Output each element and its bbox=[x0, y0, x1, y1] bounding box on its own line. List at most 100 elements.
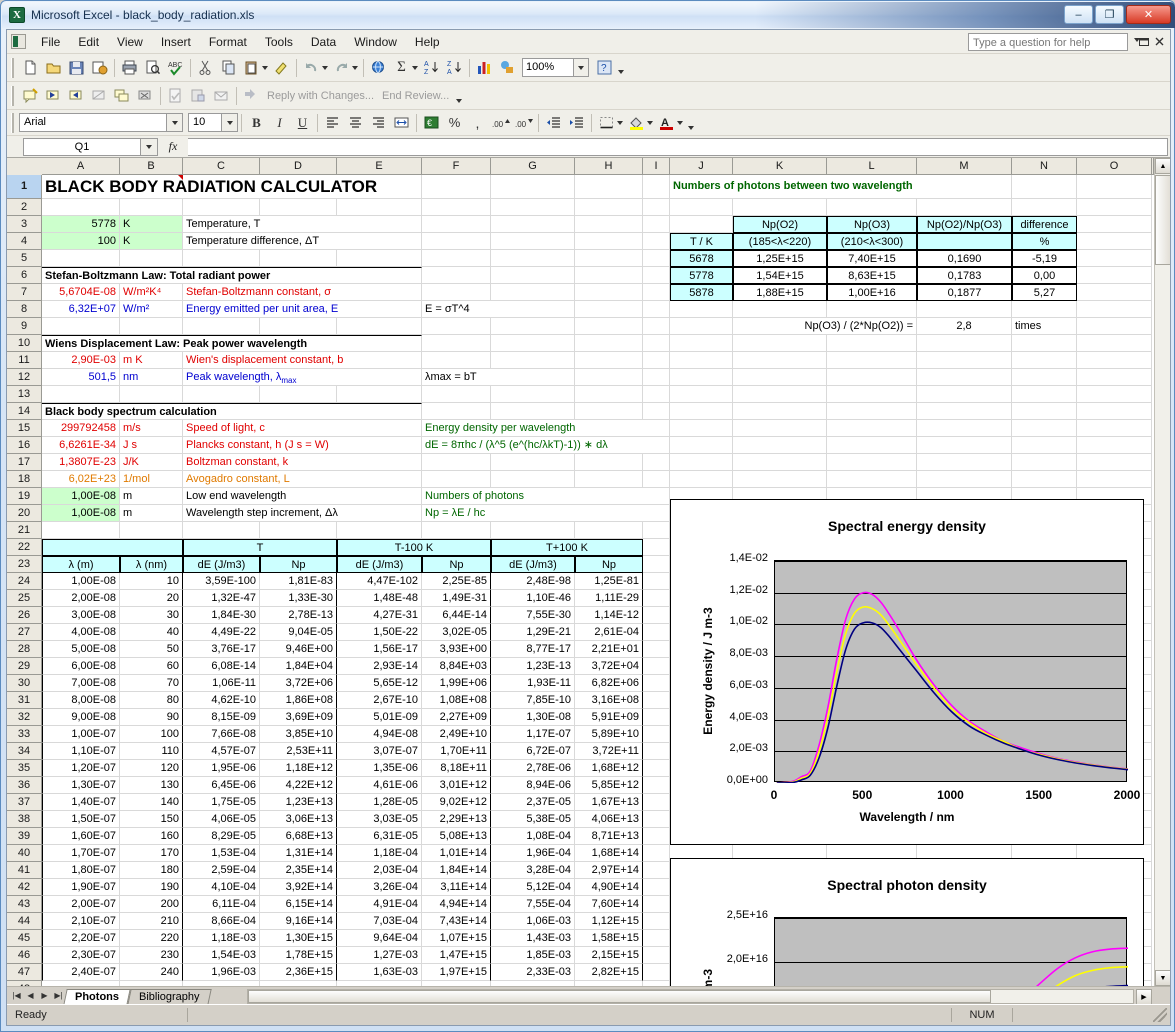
cell-empty[interactable] bbox=[917, 437, 1012, 454]
cell-empty[interactable] bbox=[1077, 471, 1152, 488]
table-cell[interactable]: 8,71E+13 bbox=[575, 828, 643, 845]
cell-empty[interactable] bbox=[643, 624, 670, 641]
cell-empty[interactable] bbox=[1077, 250, 1152, 267]
cell-empty[interactable] bbox=[42, 522, 120, 539]
table-cell[interactable]: 2,40E-07 bbox=[42, 964, 120, 981]
table-cell[interactable]: 7,85E-10 bbox=[491, 692, 575, 709]
table-cell[interactable]: 5,65E-12 bbox=[337, 675, 422, 692]
cell-empty[interactable] bbox=[733, 352, 827, 369]
cell-empty[interactable] bbox=[42, 386, 120, 403]
cell-empty[interactable] bbox=[643, 216, 670, 233]
table-cell[interactable]: 2,00E-07 bbox=[42, 896, 120, 913]
zoom-dropdown-icon[interactable] bbox=[574, 58, 589, 77]
cell-empty[interactable] bbox=[1077, 420, 1152, 437]
cell-empty[interactable] bbox=[1012, 420, 1077, 437]
page-title[interactable]: BLACK BODY RADIATION CALCULATOR bbox=[42, 175, 422, 199]
table-cell[interactable]: 8,66E-04 bbox=[183, 913, 260, 930]
cell-empty[interactable] bbox=[643, 641, 670, 658]
table-cell[interactable]: 5,85E+12 bbox=[575, 777, 643, 794]
table-cell[interactable]: 2,78E-13 bbox=[260, 607, 337, 624]
table-cell[interactable]: 2,03E-04 bbox=[337, 862, 422, 879]
cell-empty[interactable] bbox=[917, 369, 1012, 386]
cell-empty[interactable] bbox=[422, 403, 491, 420]
sort-descending-icon[interactable]: ZA bbox=[443, 57, 466, 79]
constant-label[interactable]: Energy emitted per unit area, E bbox=[183, 301, 422, 318]
table-cell[interactable]: 2,67E-10 bbox=[337, 692, 422, 709]
cell-empty[interactable] bbox=[120, 522, 183, 539]
table-cell[interactable]: 5,38E-05 bbox=[491, 811, 575, 828]
cell-empty[interactable] bbox=[337, 522, 422, 539]
table-cell[interactable]: 1,93E-11 bbox=[491, 675, 575, 692]
font-name-dropdown-icon[interactable] bbox=[167, 113, 183, 132]
resize-grip[interactable] bbox=[1153, 1007, 1167, 1022]
input-value[interactable]: 100 bbox=[42, 233, 120, 250]
table-cell[interactable]: 20 bbox=[120, 590, 183, 607]
cell-empty[interactable] bbox=[1012, 175, 1077, 199]
cell-empty[interactable] bbox=[491, 454, 575, 471]
table-cell[interactable]: 3,72E+06 bbox=[260, 675, 337, 692]
column-header-B[interactable]: B bbox=[120, 158, 183, 175]
table-cell[interactable]: 4,61E-06 bbox=[337, 777, 422, 794]
cell-empty[interactable] bbox=[643, 913, 670, 930]
table-cell[interactable]: 1,97E+15 bbox=[422, 964, 491, 981]
cell-empty[interactable] bbox=[260, 386, 337, 403]
table-cell[interactable]: 60 bbox=[120, 658, 183, 675]
constant-unit[interactable]: nm bbox=[120, 369, 183, 386]
table-group-header-Tminus[interactable]: T-100 K bbox=[337, 539, 491, 556]
table-cell[interactable]: 9,02E+12 bbox=[422, 794, 491, 811]
constant-unit[interactable]: J s bbox=[120, 437, 183, 454]
cell-empty[interactable] bbox=[733, 199, 827, 216]
cell-empty[interactable] bbox=[643, 301, 670, 318]
cell-empty[interactable] bbox=[1077, 369, 1152, 386]
table-cell[interactable]: 2,36E+15 bbox=[260, 964, 337, 981]
row-header-10[interactable]: 10 bbox=[7, 335, 42, 352]
column-header-A[interactable]: A bbox=[42, 158, 120, 175]
table-cell[interactable]: 1,29E-21 bbox=[491, 624, 575, 641]
toolbar-options-icon[interactable] bbox=[688, 125, 694, 130]
table-cell[interactable]: 1,33E-30 bbox=[260, 590, 337, 607]
cell-empty[interactable] bbox=[643, 760, 670, 777]
menu-item-insert[interactable]: Insert bbox=[152, 32, 200, 52]
cell-empty[interactable] bbox=[575, 352, 643, 369]
cell-empty[interactable] bbox=[1077, 284, 1152, 301]
photon-header-range-o3[interactable]: (210<λ<300) bbox=[827, 233, 917, 250]
cell-empty[interactable] bbox=[670, 386, 733, 403]
cell-empty[interactable] bbox=[422, 284, 491, 301]
cell-empty[interactable] bbox=[917, 420, 1012, 437]
constant-note[interactable]: Energy density per wavelength bbox=[422, 420, 670, 437]
table-cell[interactable]: 1,30E+15 bbox=[260, 930, 337, 947]
table-cell[interactable]: 2,61E-04 bbox=[575, 624, 643, 641]
table-cell[interactable]: 1,50E-07 bbox=[42, 811, 120, 828]
table-cell[interactable]: 120 bbox=[120, 760, 183, 777]
constant-value[interactable]: 299792458 bbox=[42, 420, 120, 437]
row-header-6[interactable]: 6 bbox=[7, 267, 42, 284]
table-cell[interactable]: 3,93E+00 bbox=[422, 641, 491, 658]
table-cell[interactable]: 190 bbox=[120, 879, 183, 896]
table-cell[interactable]: 4,90E+14 bbox=[575, 879, 643, 896]
table-cell[interactable]: 1,06E-11 bbox=[183, 675, 260, 692]
constant-label[interactable]: Boltzman constant, k bbox=[183, 454, 422, 471]
photon-np-o2[interactable]: 1,88E+15 bbox=[733, 284, 827, 301]
column-header-O[interactable]: O bbox=[1077, 158, 1152, 175]
cell-empty[interactable] bbox=[575, 403, 643, 420]
cell-empty[interactable] bbox=[491, 216, 575, 233]
table-cell[interactable]: 80 bbox=[120, 692, 183, 709]
cell-empty[interactable] bbox=[643, 675, 670, 692]
drawing-icon[interactable] bbox=[496, 57, 519, 79]
input-unit[interactable]: K bbox=[120, 216, 183, 233]
cell-empty[interactable] bbox=[643, 199, 670, 216]
cell-empty[interactable] bbox=[643, 777, 670, 794]
row-header-38[interactable]: 38 bbox=[7, 811, 42, 828]
column-header-L[interactable]: L bbox=[827, 158, 917, 175]
row-header-23[interactable]: 23 bbox=[7, 556, 42, 573]
constant-value[interactable]: 1,3807E-23 bbox=[42, 454, 120, 471]
cell-empty[interactable] bbox=[260, 250, 337, 267]
cell-empty[interactable] bbox=[422, 233, 491, 250]
cell-empty[interactable] bbox=[917, 199, 1012, 216]
cell-empty[interactable] bbox=[917, 301, 1012, 318]
bold-button[interactable]: B bbox=[245, 112, 268, 134]
cell-empty[interactable] bbox=[827, 199, 917, 216]
table-cell[interactable]: 7,55E-30 bbox=[491, 607, 575, 624]
table-cell[interactable]: 1,07E+15 bbox=[422, 930, 491, 947]
cell-empty[interactable] bbox=[643, 811, 670, 828]
